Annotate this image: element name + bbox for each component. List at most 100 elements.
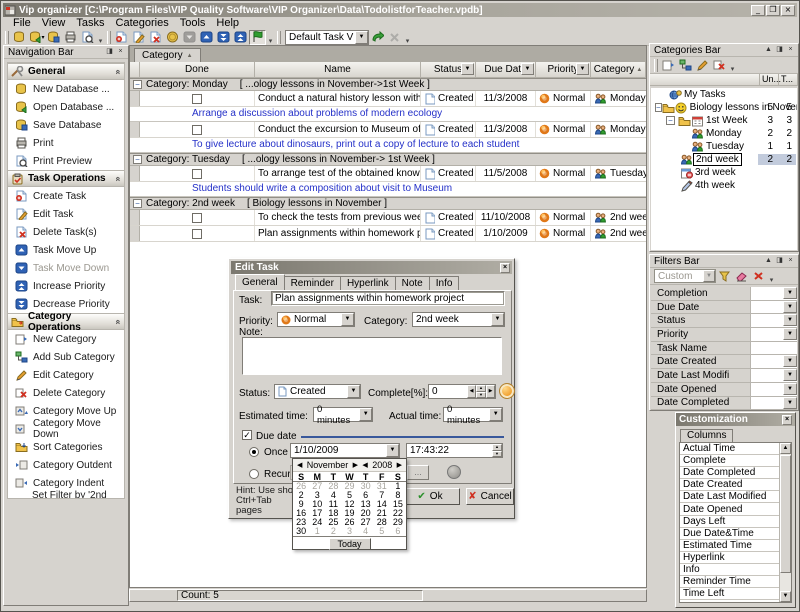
recurrence-radio[interactable] [249, 469, 259, 479]
nav-item-delete-task-s[interactable]: Delete Task(s) [8, 223, 124, 241]
filter-row-date-created[interactable]: Date Created▼ [651, 355, 797, 369]
done-checkbox[interactable] [192, 94, 202, 104]
tab-reminder[interactable]: Reminder [284, 276, 341, 290]
clear-filter-button[interactable] [733, 269, 750, 284]
done-column-header[interactable]: Done [140, 62, 255, 78]
close-button[interactable]: × [781, 5, 795, 16]
apply-view-button[interactable] [369, 30, 386, 45]
collapse-chevron-icon[interactable]: « [113, 69, 123, 74]
task-row[interactable]: Plan assignments within homework project… [130, 226, 646, 242]
custom-filter-button[interactable] [716, 269, 733, 284]
nav-item-task-move-up[interactable]: Task Move Up [8, 241, 124, 259]
column-item-reminder-time[interactable]: Reminder Time [680, 576, 791, 588]
calendar-day[interactable]: 2 [325, 527, 341, 536]
filter-row-date-last-modifi[interactable]: Date Last Modifi▼ [651, 369, 797, 383]
calendar-day[interactable]: 5 [374, 527, 390, 536]
tab-columns[interactable]: Columns [680, 429, 733, 442]
filter-row-completion[interactable]: Completion▼ [651, 287, 797, 301]
chevron-down-icon[interactable]: ▼ [386, 444, 399, 457]
done-checkbox[interactable] [192, 213, 202, 223]
filter-row-date-completed[interactable]: Date Completed▼ [651, 397, 797, 411]
chevron-down-icon[interactable]: ▼ [347, 385, 360, 398]
group-by-category-tab[interactable]: Category ▲ [134, 48, 201, 62]
status-column-header[interactable]: Status▼ [421, 62, 476, 78]
time-down-icon[interactable]: ▼ [492, 451, 502, 458]
done-cell[interactable] [140, 226, 255, 241]
name-column-header[interactable]: Name [255, 62, 421, 78]
collapse-chevron-icon[interactable]: « [113, 319, 123, 324]
collapse-chevron-icon[interactable]: « [113, 176, 123, 181]
menu-help[interactable]: Help [211, 17, 244, 29]
scroll-down-icon[interactable]: ▼ [780, 591, 791, 602]
once-time-input[interactable] [407, 445, 467, 456]
customization-title[interactable]: Customization × [676, 413, 795, 426]
collapse-icon[interactable]: ▲ [763, 256, 774, 266]
done-checkbox[interactable] [192, 229, 202, 239]
toolbar-overflow-icon[interactable]: ▾ [403, 30, 412, 45]
filter-row-value[interactable]: ▼ [751, 301, 797, 314]
nav-item-increase-priority[interactable]: Increase Priority [8, 277, 124, 295]
tree-item-tuesday[interactable]: Tuesday11 [651, 140, 797, 153]
delete-filter-button[interactable] [750, 269, 767, 284]
calendar-day[interactable]: 4 [358, 527, 374, 536]
priority-select[interactable]: Normal ▼ [277, 312, 355, 327]
note-textarea[interactable] [242, 337, 502, 375]
task-row[interactable]: To arrange test of the obtained knowledg… [130, 166, 646, 182]
filter-row-due-date[interactable]: Due Date▼ [651, 301, 797, 315]
chevron-down-icon[interactable]: ▼ [359, 408, 372, 421]
new-database-button[interactable] [11, 30, 28, 45]
filter-flag-button[interactable] [249, 30, 266, 45]
chevron-down-icon[interactable]: ▼ [783, 314, 797, 326]
nav-item-create-task[interactable]: Create Task [8, 187, 124, 205]
group-row[interactable]: −Category: Tuesday[ ...ology lessons in … [130, 153, 646, 166]
next-month-icon[interactable]: ▶ [353, 461, 358, 469]
calendar-year[interactable]: 2008 [372, 460, 392, 470]
nav-item-category-outdent[interactable]: Category Outdent [8, 456, 124, 474]
column-item-date-completed[interactable]: Date Completed [680, 467, 791, 479]
nav-section-task-operations[interactable]: Task Operations« [8, 170, 124, 187]
open-database-button[interactable]: ▾ [28, 30, 45, 45]
next-year-icon[interactable]: ▶ [397, 461, 402, 469]
coin-button[interactable] [164, 30, 181, 45]
task-name-cell[interactable]: To arrange test of the obtained knowledg… [255, 166, 421, 181]
cancel-button[interactable]: ✘Cancel [466, 488, 514, 505]
task-input[interactable] [271, 291, 505, 306]
tab-hyperlink[interactable]: Hyperlink [340, 276, 396, 290]
close-icon[interactable]: × [782, 415, 792, 425]
filter-row-date-opened[interactable]: Date Opened▼ [651, 383, 797, 397]
chevron-down-icon[interactable]: ▼ [355, 31, 368, 44]
nav-item-add-sub-category[interactable]: Add Sub Category [8, 348, 124, 366]
status-filter-dropdown[interactable]: ▼ [461, 63, 474, 75]
menu-file[interactable]: File [8, 17, 36, 29]
column-item-actual-time[interactable]: Actual Time [680, 443, 791, 455]
done-checkbox[interactable] [192, 125, 202, 135]
close-icon[interactable]: × [115, 47, 126, 57]
filter-row-value[interactable]: ▼ [751, 369, 797, 382]
chevron-down-icon[interactable]: ▼ [783, 301, 797, 313]
filter-row-value[interactable]: ▼ [751, 328, 797, 341]
group-row[interactable]: −Category: Monday[ ...ology lessons in N… [130, 78, 646, 91]
filter-row-value[interactable] [751, 342, 797, 355]
scrollbar[interactable]: ▲▼ [779, 443, 791, 602]
chevron-down-icon[interactable]: ▼ [489, 408, 502, 421]
nav-item-new-database[interactable]: New Database ... [8, 80, 124, 98]
add-sub-category-button[interactable] [677, 58, 694, 73]
nav-section-general[interactable]: General« [8, 63, 124, 80]
done-cell[interactable] [140, 122, 255, 137]
nav-item-new-category[interactable]: New Category [8, 330, 124, 348]
complete-toggle-button[interactable] [499, 383, 515, 399]
done-cell[interactable] [140, 91, 255, 106]
create-task-button[interactable] [113, 30, 130, 45]
filter-row-value[interactable]: ▼ [751, 397, 797, 410]
nav-item-delete-category[interactable]: Delete Category [8, 384, 124, 402]
due-date-checkbox[interactable]: ✓ [242, 430, 252, 440]
delete-category-button[interactable] [711, 58, 728, 73]
calendar-day[interactable]: 1 [309, 527, 325, 536]
tree-item-4th-week[interactable]: 4th week [651, 179, 797, 192]
collapse-group-icon[interactable]: − [133, 199, 142, 208]
task-name-cell[interactable]: Conduct the excursion to Museum of natur… [255, 122, 421, 137]
close-icon[interactable]: × [500, 263, 510, 273]
category-column-header[interactable]: Category▲ [591, 62, 646, 78]
scroll-up-icon[interactable]: ▲ [780, 443, 791, 454]
print-button[interactable] [62, 30, 79, 45]
